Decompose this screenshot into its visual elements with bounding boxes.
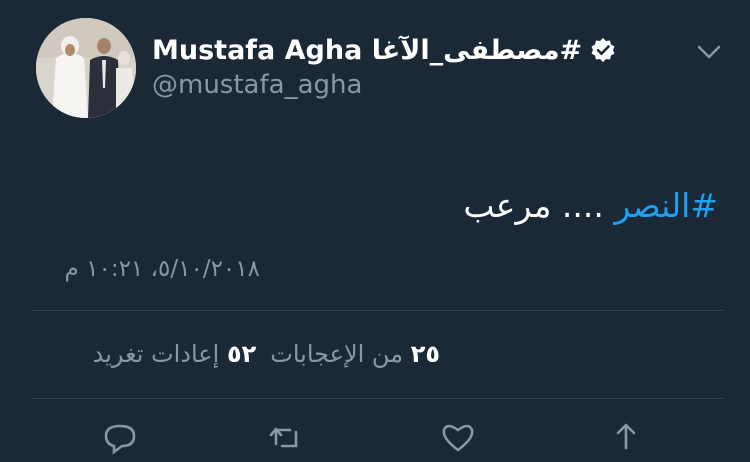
likes-stat[interactable]: ٢٥ من الإعجابات bbox=[270, 340, 440, 368]
action-bar bbox=[0, 418, 750, 458]
tweet-stats: ٢٥ من الإعجابات ٥٢ إعادات تغريد bbox=[93, 340, 440, 368]
likes-count: ٢٥ bbox=[410, 340, 440, 368]
tweet-hashtag[interactable]: #النصر bbox=[614, 186, 718, 225]
divider bbox=[32, 398, 724, 399]
verified-badge-icon bbox=[590, 37, 616, 63]
divider bbox=[32, 310, 724, 311]
share-icon[interactable] bbox=[606, 418, 646, 458]
avatar[interactable] bbox=[36, 18, 136, 118]
retweets-label: إعادات تغريد bbox=[92, 340, 220, 368]
retweets-count: ٥٢ bbox=[226, 340, 257, 368]
tweet-body: .... مرعب bbox=[463, 186, 615, 225]
display-name[interactable]: Mustafa Agha مصطفى_الآغا# bbox=[152, 35, 582, 66]
retweet-icon[interactable] bbox=[266, 418, 306, 458]
user-handle[interactable]: @mustafa_agha bbox=[152, 70, 362, 100]
chevron-down-icon[interactable] bbox=[694, 40, 724, 64]
user-name-row: Mustafa Agha مصطفى_الآغا# bbox=[152, 28, 616, 72]
tweet-text: #النصر .... مرعب bbox=[463, 186, 718, 225]
reply-icon[interactable] bbox=[100, 418, 140, 458]
like-icon[interactable] bbox=[438, 418, 478, 458]
likes-label: من الإعجابات bbox=[270, 340, 404, 368]
retweets-stat[interactable]: ٥٢ إعادات تغريد bbox=[93, 340, 257, 368]
avatar-photo bbox=[36, 18, 136, 118]
tweet-timestamp: ٥/١٠/٢٠١٨، ١٠:٢١ م bbox=[64, 256, 260, 282]
